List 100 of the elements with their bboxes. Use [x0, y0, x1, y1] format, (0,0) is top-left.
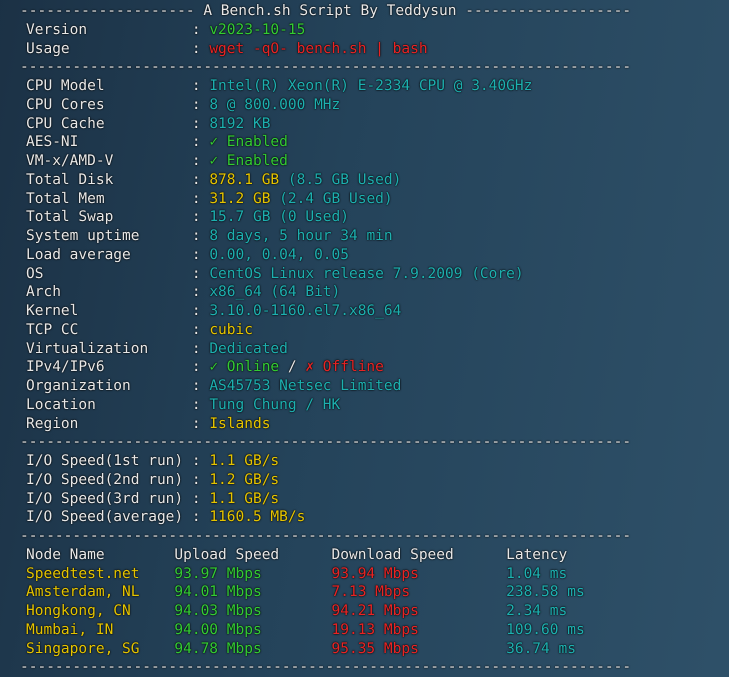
field-value: 1.1 GB/s	[209, 490, 280, 508]
field-value: 31.2 GB	[209, 190, 270, 208]
table-cell: 36.74 ms	[506, 640, 576, 656]
field-label: Usage	[26, 40, 70, 56]
field-label: OS	[26, 266, 44, 282]
field-value: 1.2 GB/s	[209, 470, 280, 490]
field-value: (8.5 GB Used)	[288, 170, 402, 190]
colon: :	[192, 77, 201, 96]
field-value: 15.7 GB (0 Used)	[209, 208, 349, 227]
colon: :	[192, 320, 201, 340]
field-value: ✓ Enabled	[209, 152, 288, 171]
table-cell: Latency	[506, 546, 568, 563]
field-value: CentOS Linux release 7.9.2009 (Core)	[209, 264, 524, 284]
field-label: Organization	[26, 378, 131, 394]
colon: :	[192, 246, 201, 264]
table-cell: 7.13 Mbps	[332, 584, 410, 600]
field-label: CPU Cache	[26, 116, 105, 132]
field-value: 3.10.0-1160.el7.x86_64	[209, 302, 402, 321]
colon: :	[192, 20, 201, 40]
field-label: System uptime	[26, 228, 140, 244]
colon: :	[192, 96, 201, 114]
field-value: 1160.5 MB/s	[209, 508, 306, 527]
table-cell: Hongkong, CN	[26, 603, 131, 619]
field-label: Total Disk	[26, 172, 114, 188]
table-cell: 2.34 ms	[506, 603, 568, 619]
colon: :	[192, 114, 201, 134]
field-value: Dedicated	[209, 340, 288, 358]
field-value: x86_64 (64 Bit)	[209, 283, 340, 302]
field-label: CPU Cores	[26, 96, 105, 113]
field-label: Location	[26, 396, 96, 413]
field-label: I/O Speed(1st run)	[26, 453, 184, 469]
colon: :	[192, 208, 201, 227]
colon: :	[192, 170, 201, 190]
table-cell: 94.00 Mbps	[174, 622, 262, 638]
colon: :	[192, 340, 201, 358]
colon: :	[192, 358, 201, 377]
field-label: IPv4/IPv6	[26, 359, 105, 376]
table-cell: 95.35 Mbps	[332, 640, 419, 656]
field-value: ✓ Enabled	[209, 133, 288, 152]
field-value: Tung Chung / HK	[209, 396, 340, 414]
table-cell: 1.04 ms	[506, 566, 568, 582]
table-cell: 94.01 Mbps	[174, 584, 262, 600]
colon: :	[192, 40, 201, 58]
colon: :	[192, 452, 201, 471]
colon: :	[192, 414, 201, 434]
field-value: ✗ Offline	[305, 358, 384, 377]
field-label: TCP CC	[26, 322, 78, 338]
field-value: v2023-10-15	[209, 20, 306, 40]
dashed-rule: ----------------------------------------------------------------------	[20, 658, 632, 677]
field-label: Total Swap	[26, 209, 114, 226]
field-value: (2.4 GB Used)	[279, 190, 393, 208]
field-label: Virtualization	[26, 340, 148, 356]
dashed-rule: --------------------	[20, 2, 195, 21]
table-cell: 19.13 Mbps	[332, 622, 419, 638]
table-cell: Speedtest.net	[26, 566, 140, 582]
table-cell: 109.60 ms	[506, 622, 585, 638]
dashed-rule: ----------------------------------------------------------------------	[20, 433, 632, 452]
dashed-rule: ----------------------------------------------------------------------	[20, 527, 632, 546]
colon: :	[192, 508, 201, 527]
table-cell: Mumbai, IN	[26, 622, 114, 638]
table-cell: 94.78 Mbps	[174, 640, 262, 656]
colon: :	[192, 152, 201, 171]
field-value: 878.1 GB	[209, 170, 280, 190]
table-cell: Singapore, SG	[26, 640, 140, 656]
field-value: 1.1 GB/s	[209, 452, 280, 471]
colon: :	[192, 490, 201, 508]
dashed-rule: ----------------------------------------------------------------------	[20, 58, 632, 77]
field-value: Intel(R) Xeon(R) E-2334 CPU @ 3.40GHz	[209, 77, 532, 96]
field-value: 8 @ 800.000 MHz	[209, 96, 340, 114]
colon: :	[192, 377, 201, 396]
field-label: AES-NI	[26, 134, 78, 150]
colon: :	[192, 283, 201, 302]
field-value: /	[288, 358, 297, 377]
field-value: Islands	[209, 414, 270, 434]
colon: :	[192, 302, 201, 321]
table-cell: Download Speed	[332, 546, 454, 563]
field-label: I/O Speed(average)	[26, 509, 184, 526]
field-value: ✓ Online	[209, 358, 280, 377]
field-label: Load average	[26, 246, 131, 263]
field-label: I/O Speed(2nd run)	[26, 472, 184, 488]
script-title: A Bench.sh Script By Teddysun	[203, 2, 456, 21]
field-value: wget -qO- bench.sh | bash	[209, 40, 428, 58]
table-cell: 93.94 Mbps	[332, 566, 419, 582]
colon: :	[192, 264, 201, 284]
field-label: Region	[26, 416, 78, 432]
field-label: Version	[26, 22, 88, 38]
field-value: cubic	[209, 320, 253, 340]
colon: :	[192, 190, 201, 208]
field-value: 0.00, 0.04, 0.05	[209, 246, 349, 264]
field-value: 8 days, 5 hour 34 min	[209, 227, 393, 246]
field-label: Arch	[26, 284, 61, 300]
table-cell: Upload Speed	[174, 546, 280, 563]
colon: :	[192, 133, 201, 152]
field-label: CPU Model	[26, 78, 105, 94]
field-value: 8192 KB	[209, 114, 270, 134]
colon: :	[192, 227, 201, 246]
field-value: AS45753 Netsec Limited	[209, 377, 402, 396]
colon: :	[192, 470, 201, 490]
table-cell: 238.58 ms	[506, 584, 585, 600]
table-cell: Node Name	[26, 546, 105, 563]
